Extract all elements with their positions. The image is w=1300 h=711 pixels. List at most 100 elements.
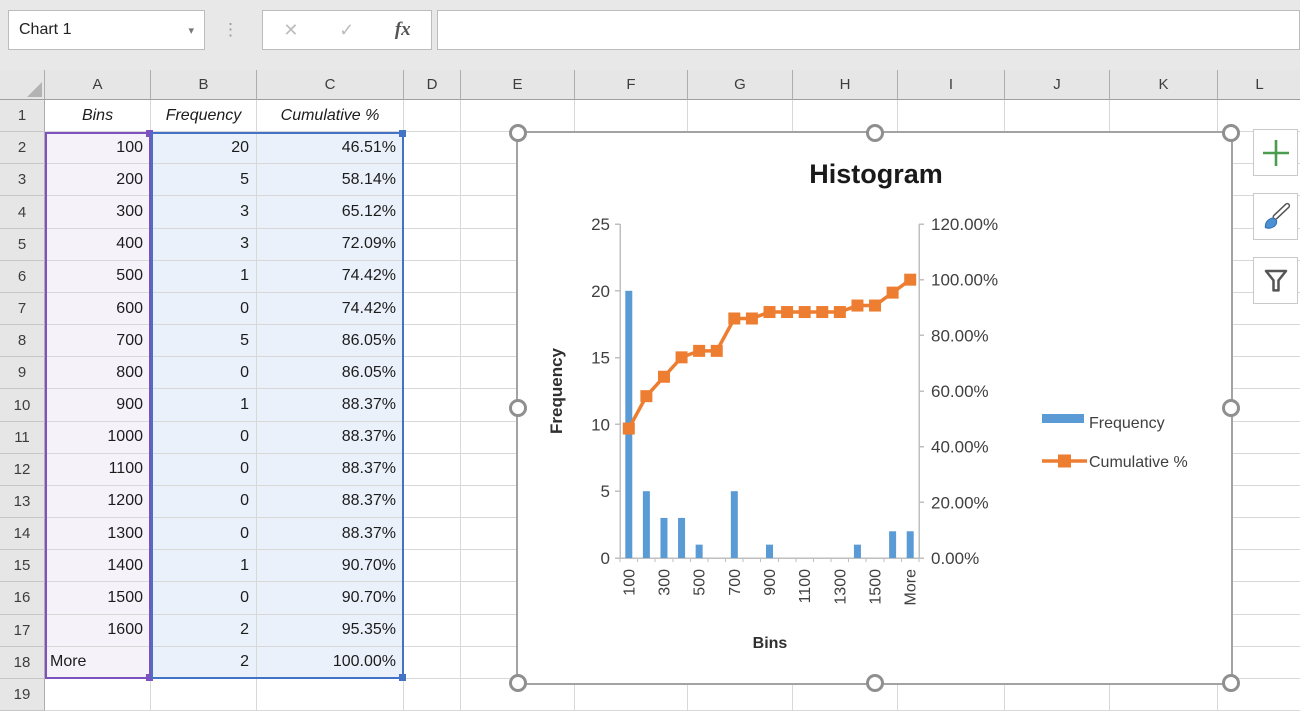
x-tick-label[interactable]: 900	[762, 569, 779, 596]
cell-B7[interactable]: 0	[151, 293, 257, 325]
cell-C1[interactable]: Cumulative %	[257, 100, 404, 132]
chart-resize-handle[interactable]	[509, 674, 527, 692]
x-tick-label[interactable]: 700	[727, 569, 744, 596]
cell-B2[interactable]: 20	[151, 132, 257, 164]
cell-D10[interactable]	[404, 389, 461, 421]
y-right-tick-label[interactable]: 60.00%	[931, 382, 989, 401]
cell-D6[interactable]	[404, 261, 461, 293]
y-right-tick-label[interactable]: 40.00%	[931, 438, 989, 457]
cell-D8[interactable]	[404, 325, 461, 357]
chart-styles-button[interactable]	[1253, 193, 1298, 240]
row-header-1[interactable]: 1	[0, 100, 45, 132]
cell-D17[interactable]	[404, 615, 461, 647]
column-header-E[interactable]: E	[461, 70, 575, 100]
cell-B4[interactable]: 3	[151, 196, 257, 228]
x-tick-label[interactable]: 500	[692, 569, 709, 596]
cell-A16[interactable]: 1500	[45, 582, 151, 614]
cell-B6[interactable]: 1	[151, 261, 257, 293]
cell-C12[interactable]: 88.37%	[257, 454, 404, 486]
y-left-tick-label[interactable]: 5	[601, 482, 610, 501]
x-tick-label[interactable]: More	[903, 569, 920, 606]
row-header-3[interactable]: 3	[0, 164, 45, 196]
row-header-18[interactable]: 18	[0, 647, 45, 679]
select-all-button[interactable]	[0, 70, 45, 100]
column-header-A[interactable]: A	[45, 70, 151, 100]
cell-D12[interactable]	[404, 454, 461, 486]
cumulative-line[interactable]	[629, 280, 910, 429]
cell-A8[interactable]: 700	[45, 325, 151, 357]
cell-A1[interactable]: Bins	[45, 100, 151, 132]
cumulative-marker[interactable]	[887, 287, 899, 299]
cell-B19[interactable]	[151, 679, 257, 711]
formula-bar-input[interactable]	[437, 10, 1300, 50]
column-header-H[interactable]: H	[793, 70, 898, 100]
cell-B16[interactable]: 0	[151, 582, 257, 614]
x-tick-label[interactable]: 1100	[797, 569, 814, 604]
cumulative-marker[interactable]	[904, 274, 916, 286]
legend-frequency-label[interactable]: Frequency	[1089, 415, 1165, 432]
cell-B14[interactable]: 0	[151, 518, 257, 550]
cell-D16[interactable]	[404, 582, 461, 614]
column-header-G[interactable]: G	[688, 70, 793, 100]
cell-C13[interactable]: 88.37%	[257, 486, 404, 518]
cell-B10[interactable]: 1	[151, 389, 257, 421]
cell-B15[interactable]: 1	[151, 550, 257, 582]
cell-C6[interactable]: 74.42%	[257, 261, 404, 293]
cumulative-marker[interactable]	[834, 306, 846, 318]
column-header-I[interactable]: I	[898, 70, 1005, 100]
row-header-17[interactable]: 17	[0, 615, 45, 647]
cancel-icon[interactable]: ✕	[283, 20, 298, 41]
name-box[interactable]: Chart 1 ▾	[8, 10, 205, 50]
cell-D13[interactable]	[404, 486, 461, 518]
cumulative-marker[interactable]	[676, 351, 688, 363]
frequency-bar[interactable]	[907, 531, 914, 558]
chart-resize-handle[interactable]	[509, 399, 527, 417]
cumulative-marker[interactable]	[851, 300, 863, 312]
column-header-J[interactable]: J	[1005, 70, 1110, 100]
cell-D5[interactable]	[404, 229, 461, 261]
row-header-7[interactable]: 7	[0, 293, 45, 325]
cell-C16[interactable]: 90.70%	[257, 582, 404, 614]
cell-A17[interactable]: 1600	[45, 615, 151, 647]
cell-A6[interactable]: 500	[45, 261, 151, 293]
column-header-B[interactable]: B	[151, 70, 257, 100]
cell-B9[interactable]: 0	[151, 357, 257, 389]
cumulative-marker[interactable]	[728, 312, 740, 324]
cell-B18[interactable]: 2	[151, 647, 257, 679]
cumulative-marker[interactable]	[623, 423, 635, 435]
y-right-tick-label[interactable]: 0.00%	[931, 549, 979, 568]
chart-resize-handle[interactable]	[1222, 124, 1240, 142]
cell-A19[interactable]	[45, 679, 151, 711]
y-left-tick-label[interactable]: 25	[591, 215, 610, 234]
column-header-D[interactable]: D	[404, 70, 461, 100]
cell-D1[interactable]	[404, 100, 461, 132]
cell-C2[interactable]: 46.51%	[257, 132, 404, 164]
y-right-tick-label[interactable]: 120.00%	[931, 215, 998, 234]
row-header-14[interactable]: 14	[0, 518, 45, 550]
cell-C7[interactable]: 74.42%	[257, 293, 404, 325]
cell-C8[interactable]: 86.05%	[257, 325, 404, 357]
cumulative-marker[interactable]	[799, 306, 811, 318]
row-header-12[interactable]: 12	[0, 454, 45, 486]
cumulative-marker[interactable]	[746, 312, 758, 324]
row-header-5[interactable]: 5	[0, 229, 45, 261]
cell-C3[interactable]: 58.14%	[257, 164, 404, 196]
cell-C5[interactable]: 72.09%	[257, 229, 404, 261]
legend-frequency-swatch[interactable]	[1042, 414, 1084, 423]
row-header-8[interactable]: 8	[0, 325, 45, 357]
enter-icon[interactable]: ✓	[339, 20, 354, 41]
cumulative-marker[interactable]	[869, 300, 881, 312]
x-tick-label[interactable]: 1500	[868, 569, 885, 605]
cell-B3[interactable]: 5	[151, 164, 257, 196]
cell-C17[interactable]: 95.35%	[257, 615, 404, 647]
cell-B1[interactable]: Frequency	[151, 100, 257, 132]
x-axis-title[interactable]: Bins	[753, 635, 788, 652]
cell-A18[interactable]: More	[45, 647, 151, 679]
cell-K1[interactable]	[1110, 100, 1218, 132]
cell-D2[interactable]	[404, 132, 461, 164]
cell-B13[interactable]: 0	[151, 486, 257, 518]
cell-D3[interactable]	[404, 164, 461, 196]
column-header-K[interactable]: K	[1110, 70, 1218, 100]
cumulative-marker[interactable]	[764, 306, 776, 318]
cell-A11[interactable]: 1000	[45, 422, 151, 454]
